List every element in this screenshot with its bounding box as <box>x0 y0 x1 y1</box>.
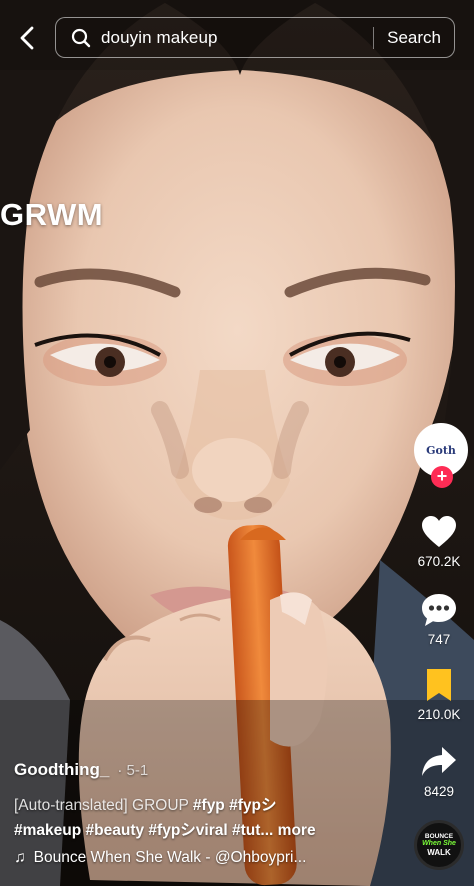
music-disc[interactable]: BOUNCE When She WALK <box>414 820 464 870</box>
music-title: Bounce When She Walk - @Ohboypri... <box>33 849 307 866</box>
share-count: 8429 <box>423 784 455 799</box>
share-icon <box>404 742 474 782</box>
disc-label-line2: When She <box>422 840 456 847</box>
bookmark-icon <box>404 665 474 705</box>
author-row: Goodthing_ · 5-1 <box>14 760 394 780</box>
like-button[interactable]: 670.2K <box>404 512 474 569</box>
disc-label-line3: WALK <box>427 848 451 857</box>
hashtag[interactable]: #beauty <box>86 822 145 839</box>
video-feed-screen: douyin makeup Search GRWM Goth + 670.2K <box>0 0 474 886</box>
hashtag[interactable]: #fypシ <box>229 797 276 814</box>
post-description[interactable]: [Auto-translated] GROUP #fyp #fypシ #make… <box>14 793 394 843</box>
comment-icon <box>404 590 474 630</box>
like-count: 670.2K <box>417 554 461 569</box>
search-icon <box>70 27 92 49</box>
music-note-icon: ♫ <box>14 849 26 866</box>
avatar-label: Goth <box>426 443 456 457</box>
hashtag[interactable]: #tut... <box>232 822 273 839</box>
heart-icon <box>404 512 474 552</box>
video-frame[interactable] <box>0 0 474 886</box>
author-name[interactable]: Goodthing_ <box>14 760 109 780</box>
hashtag[interactable]: #makeup <box>14 822 81 839</box>
back-chevron-icon <box>20 26 34 50</box>
video-scene <box>0 0 474 886</box>
save-count: 210.0K <box>417 707 461 722</box>
back-button[interactable] <box>10 20 44 56</box>
post-date: · 5-1 <box>117 762 149 779</box>
description-prefix: [Auto-translated] GROUP <box>14 797 193 814</box>
video-overlay-caption: GRWM <box>0 197 104 232</box>
comment-button[interactable]: 747 <box>404 590 474 647</box>
follow-button[interactable]: + <box>431 466 453 488</box>
hashtag[interactable]: #fyp <box>193 797 225 814</box>
search-button[interactable]: Search <box>374 28 454 48</box>
post-info: Goodthing_ · 5-1 [Auto-translated] GROUP… <box>14 760 394 867</box>
disc-label-line1: BOUNCE <box>424 833 454 840</box>
search-field[interactable]: douyin makeup Search <box>55 17 455 58</box>
hashtag[interactable]: #fypシviral <box>148 822 227 839</box>
music-info[interactable]: ♫ Bounce When She Walk - @Ohboypri... <box>14 849 394 867</box>
search-header: douyin makeup Search <box>0 0 474 80</box>
search-query-text[interactable]: douyin makeup <box>101 28 373 48</box>
more-link[interactable]: more <box>278 822 316 839</box>
save-button[interactable]: 210.0K <box>404 665 474 722</box>
share-button[interactable]: 8429 <box>404 742 474 799</box>
comment-count: 747 <box>427 632 451 647</box>
